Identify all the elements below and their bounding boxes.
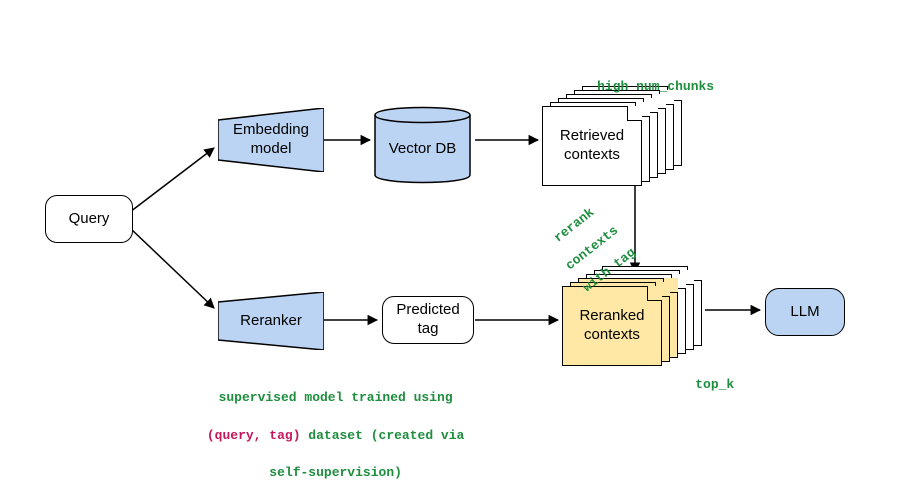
query-node: Query [45,195,133,243]
reranker-label: Reranker [218,312,324,331]
predicted-tag-node: Predicted tag [382,296,474,344]
supervision-annotation: supervised model trained using (query, t… [160,370,480,502]
predicted-tag-label: Predicted tag [396,301,459,339]
vector-db-label: Vector DB [389,140,457,159]
llm-node: LLM [765,288,845,336]
top-k-annotation: top_k [664,362,724,407]
reranked-contexts-label: Reranked contexts [579,307,644,345]
embedding-model-label: Embedding model [218,121,324,159]
high-num-chunks-annotation: high num_chunks [560,64,720,109]
vector-db-node: Vector DB [375,122,470,177]
embedding-model-node: Embedding model [218,108,324,172]
reranker-node: Reranker [218,292,324,350]
query-label: Query [69,210,110,229]
llm-label: LLM [790,303,819,322]
retrieved-contexts-label: Retrieved contexts [560,127,624,165]
